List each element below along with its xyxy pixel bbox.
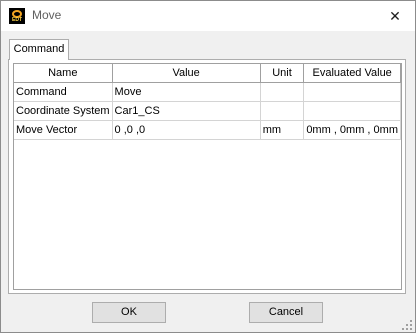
cell-evaluated-value (303, 82, 401, 102)
table-row[interactable]: Coordinate System Car1_CS (14, 101, 401, 121)
cell-value[interactable]: Move (112, 82, 261, 102)
cell-name: Coordinate System (14, 101, 113, 121)
cell-name: Command (14, 82, 113, 102)
window-title: Move (32, 8, 62, 22)
cell-value[interactable]: Car1_CS (112, 101, 261, 121)
tab-command[interactable]: Command (9, 39, 69, 60)
tab-panel: Name Value Unit Evaluated Value Command … (8, 59, 406, 294)
move-dialog: EDT Move ✕ Command Name Value Unit Evalu… (0, 0, 416, 333)
properties-grid[interactable]: Name Value Unit Evaluated Value Command … (13, 63, 402, 290)
app-logo-icon: EDT (9, 8, 25, 24)
column-header-value[interactable]: Value (112, 64, 261, 83)
table-row[interactable]: Move Vector 0 ,0 ,0 mm 0mm , 0mm , 0mm (14, 120, 401, 140)
cancel-button[interactable]: Cancel (249, 302, 323, 323)
app-logo-text: EDT (12, 17, 22, 23)
cell-evaluated-value: 0mm , 0mm , 0mm (303, 120, 401, 140)
close-icon[interactable]: ✕ (382, 5, 408, 27)
title-bar[interactable]: EDT Move ✕ (1, 1, 415, 31)
cell-unit[interactable] (260, 101, 305, 121)
cell-unit[interactable] (260, 82, 305, 102)
cell-value[interactable]: 0 ,0 ,0 (112, 120, 261, 140)
table-row[interactable]: Command Move (14, 82, 401, 102)
cell-evaluated-value (303, 101, 401, 121)
resize-grip-icon[interactable] (401, 319, 413, 331)
cell-unit[interactable]: mm (260, 120, 305, 140)
column-header-name[interactable]: Name (14, 64, 113, 83)
header-row: Name Value Unit Evaluated Value (14, 64, 401, 83)
ok-button[interactable]: OK (92, 302, 166, 323)
column-header-unit[interactable]: Unit (260, 64, 305, 83)
cell-name: Move Vector (14, 120, 113, 140)
properties-table: Name Value Unit Evaluated Value Command … (14, 64, 401, 140)
column-header-evaluated-value[interactable]: Evaluated Value (303, 64, 401, 83)
